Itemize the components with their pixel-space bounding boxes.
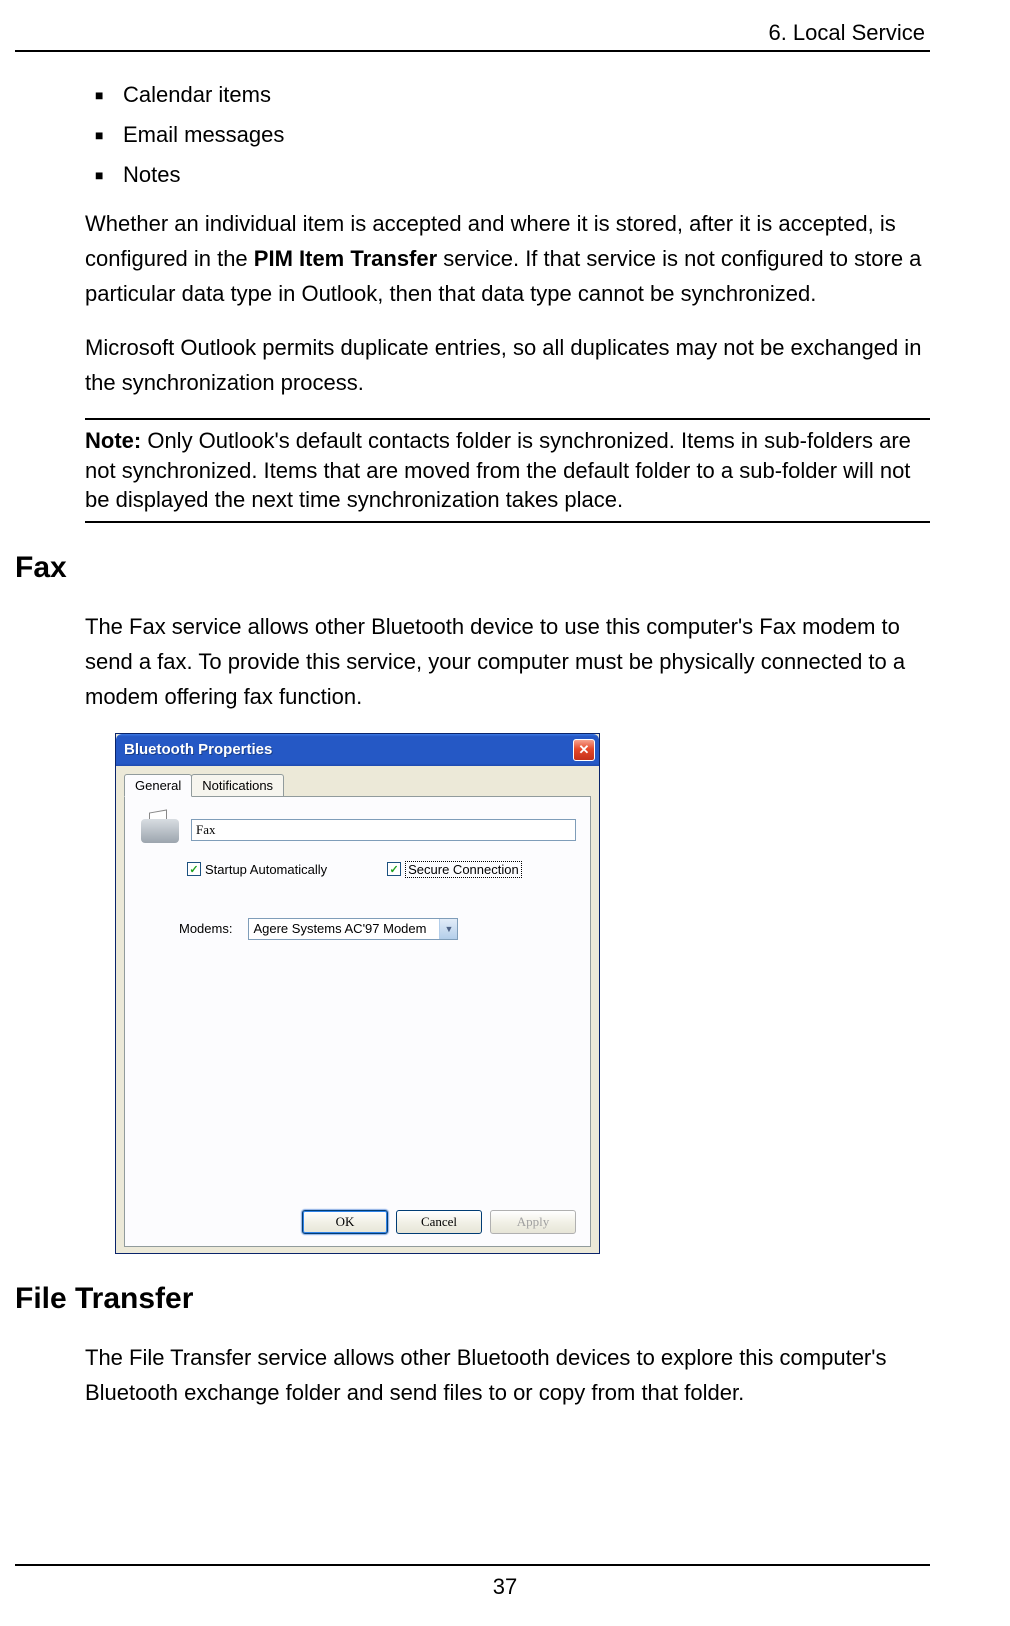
note-text: Only Outlook's default contacts folder i… (85, 428, 911, 512)
bold-text: PIM Item Transfer (254, 246, 437, 271)
fax-icon (139, 811, 181, 849)
titlebar[interactable]: Bluetooth Properties ✕ (116, 734, 599, 766)
service-name-input[interactable] (191, 819, 576, 841)
window-title: Bluetooth Properties (124, 741, 272, 758)
page-number: 37 (0, 1574, 1010, 1600)
paragraph: Microsoft Outlook permits duplicate entr… (85, 330, 930, 400)
tab-notifications[interactable]: Notifications (191, 774, 284, 796)
tab-general[interactable]: General (124, 774, 192, 797)
footer-rule (15, 1564, 930, 1566)
tab-panel: ✓ Startup Automatically ✓ Secure Connect… (124, 797, 591, 1247)
close-icon: ✕ (579, 742, 590, 758)
checkbox-label: Secure Connection (405, 861, 522, 878)
list-item: Calendar items (85, 82, 930, 108)
heading-fax: Fax (15, 551, 930, 585)
chapter-header: 6. Local Service (15, 20, 930, 46)
modems-select[interactable]: Agere Systems AC'97 Modem ▼ (248, 918, 458, 940)
select-value: Agere Systems AC'97 Modem (253, 921, 426, 936)
paragraph: The File Transfer service allows other B… (85, 1340, 930, 1410)
list-item: Notes (85, 162, 930, 188)
paragraph: The Fax service allows other Bluetooth d… (85, 609, 930, 715)
paragraph: Whether an individual item is accepted a… (85, 206, 930, 312)
heading-file-transfer: File Transfer (15, 1282, 930, 1316)
chevron-down-icon: ▼ (439, 919, 457, 939)
checkbox-label: Startup Automatically (205, 862, 327, 877)
header-rule (15, 50, 930, 52)
apply-button[interactable]: Apply (490, 1210, 576, 1234)
ok-button[interactable]: OK (302, 1210, 388, 1234)
note-label: Note: (85, 428, 141, 453)
secure-checkbox[interactable]: ✓ Secure Connection (387, 861, 522, 878)
checkbox-icon: ✓ (387, 862, 401, 876)
note-box: Note: Only Outlook's default contacts fo… (85, 418, 930, 523)
tab-strip: General Notifications (124, 774, 591, 797)
bluetooth-properties-dialog: Bluetooth Properties ✕ General Notificat… (115, 733, 600, 1254)
close-button[interactable]: ✕ (573, 739, 595, 761)
modems-label: Modems: (179, 921, 232, 936)
bullet-list: Calendar items Email messages Notes (85, 82, 930, 188)
checkbox-icon: ✓ (187, 862, 201, 876)
list-item: Email messages (85, 122, 930, 148)
cancel-button[interactable]: Cancel (396, 1210, 482, 1234)
startup-checkbox[interactable]: ✓ Startup Automatically (187, 861, 327, 878)
